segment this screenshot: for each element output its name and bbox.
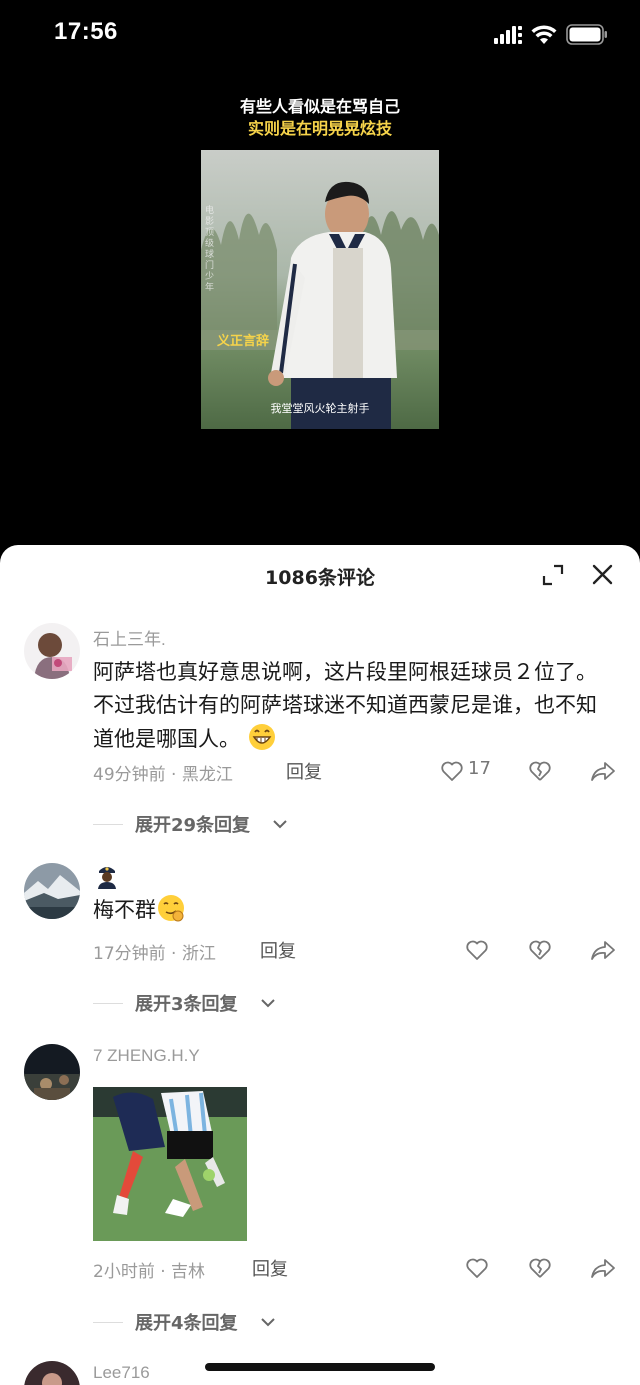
heart-icon[interactable]	[440, 760, 464, 782]
expand-replies-row[interactable]: 展开29条回复	[93, 811, 393, 839]
comment-time-location: 2小时前 · 吉林	[93, 1262, 206, 1282]
video-subtitle-yellow: 义正言辞	[217, 334, 270, 349]
cellular-signal-icon	[494, 26, 522, 44]
comment-username[interactable]: 石上三年.	[93, 625, 613, 650]
wifi-icon	[531, 25, 557, 44]
divider	[93, 824, 123, 825]
video-player[interactable]: 电影 顶级球门少年 义正言辞 我堂堂风火轮主射手	[201, 150, 439, 429]
chevron-down-icon	[261, 1318, 275, 1327]
divider	[93, 1003, 123, 1004]
smirk-emoji-icon	[158, 895, 184, 922]
expand-replies-label[interactable]: 展开4条回复	[135, 1309, 238, 1335]
broken-heart-icon[interactable]	[528, 1257, 552, 1279]
share-icon[interactable]	[590, 760, 616, 782]
expand-icon[interactable]	[542, 564, 564, 586]
comment-text: 梅不群	[93, 893, 613, 927]
close-icon[interactable]	[591, 563, 614, 586]
comment-username[interactable]: 7 ZHENG.H.Y	[93, 1046, 613, 1066]
reply-button[interactable]: 回复	[260, 937, 296, 963]
reply-button[interactable]: 回复	[252, 1255, 288, 1281]
comment-sheet: 1086条评论 石上三年. 阿萨塔也真好意思说啊，这片段里阿根廷球员２位了。不过…	[0, 545, 640, 1385]
comment-body: 梅不群	[93, 893, 613, 927]
chevron-down-icon	[261, 999, 275, 1008]
grinning-emoji-icon	[248, 724, 275, 750]
broken-heart-icon[interactable]	[528, 760, 552, 782]
comment-meta-row: 2小时前 · 吉林 回复	[93, 1255, 623, 1285]
avatar[interactable]	[24, 1044, 80, 1100]
comment-text: 阿萨塔也真好意思说啊，这片段里阿根廷球员２位了。不过我估计有的阿萨塔球迷不知道西…	[93, 656, 613, 756]
battery-icon	[566, 24, 607, 45]
comment-image[interactable]	[93, 1087, 247, 1241]
comment-text-content: 梅不群	[93, 898, 156, 922]
chevron-down-icon	[273, 820, 287, 829]
comment-time-location: 17分钟前 · 浙江	[93, 944, 216, 964]
comment-meta-row: 17分钟前 · 浙江 回复	[93, 937, 623, 967]
football-players-image	[93, 1087, 247, 1241]
expand-replies-row[interactable]: 展开3条回复	[93, 990, 393, 1018]
comment-text-content: 阿萨塔也真好意思说啊，这片段里阿根廷球员２位了。不过我估计有的阿萨塔球迷不知道西…	[93, 660, 597, 751]
status-time: 17:56	[54, 18, 118, 45]
man-in-white-jacket	[268, 181, 397, 429]
expand-replies-label[interactable]: 展开29条回复	[135, 811, 250, 837]
reply-button[interactable]: 回复	[286, 758, 322, 784]
police-officer-emoji-icon	[98, 867, 116, 889]
comment-time-location: 49分钟前 · 黑龙江	[93, 765, 233, 785]
share-icon[interactable]	[590, 1257, 616, 1279]
status-bar: 17:56	[0, 0, 640, 70]
heart-icon[interactable]	[465, 939, 489, 961]
divider	[93, 1322, 123, 1323]
expand-replies-label[interactable]: 展开3条回复	[135, 990, 238, 1016]
video-caption-line-2: 实则是在明晃晃炫技	[247, 119, 392, 138]
avatar[interactable]	[24, 863, 80, 919]
video-subtitle-white: 我堂堂风火轮主射手	[270, 402, 370, 415]
comment-body: 石上三年. 阿萨塔也真好意思说啊，这片段里阿根廷球员２位了。不过我估计有的阿萨塔…	[93, 625, 613, 756]
avatar[interactable]	[24, 623, 80, 679]
expand-replies-row[interactable]: 展开4条回复	[93, 1309, 393, 1337]
comment-meta-row: 49分钟前 · 黑龙江 回复 17	[93, 758, 623, 788]
comment-body: 7 ZHENG.H.Y	[93, 1046, 613, 1066]
share-icon[interactable]	[590, 939, 616, 961]
avatar[interactable]	[24, 1361, 80, 1385]
home-indicator[interactable]	[205, 1363, 435, 1371]
video-caption: 有些人看似是在骂自己 实则是在明晃晃炫技	[0, 96, 640, 140]
broken-heart-icon[interactable]	[528, 939, 552, 961]
heart-icon[interactable]	[465, 1257, 489, 1279]
video-caption-line-1: 有些人看似是在骂自己	[239, 97, 400, 116]
like-count: 17	[468, 758, 491, 779]
video-vertical-text: 电影 顶级球门少年	[205, 206, 215, 293]
